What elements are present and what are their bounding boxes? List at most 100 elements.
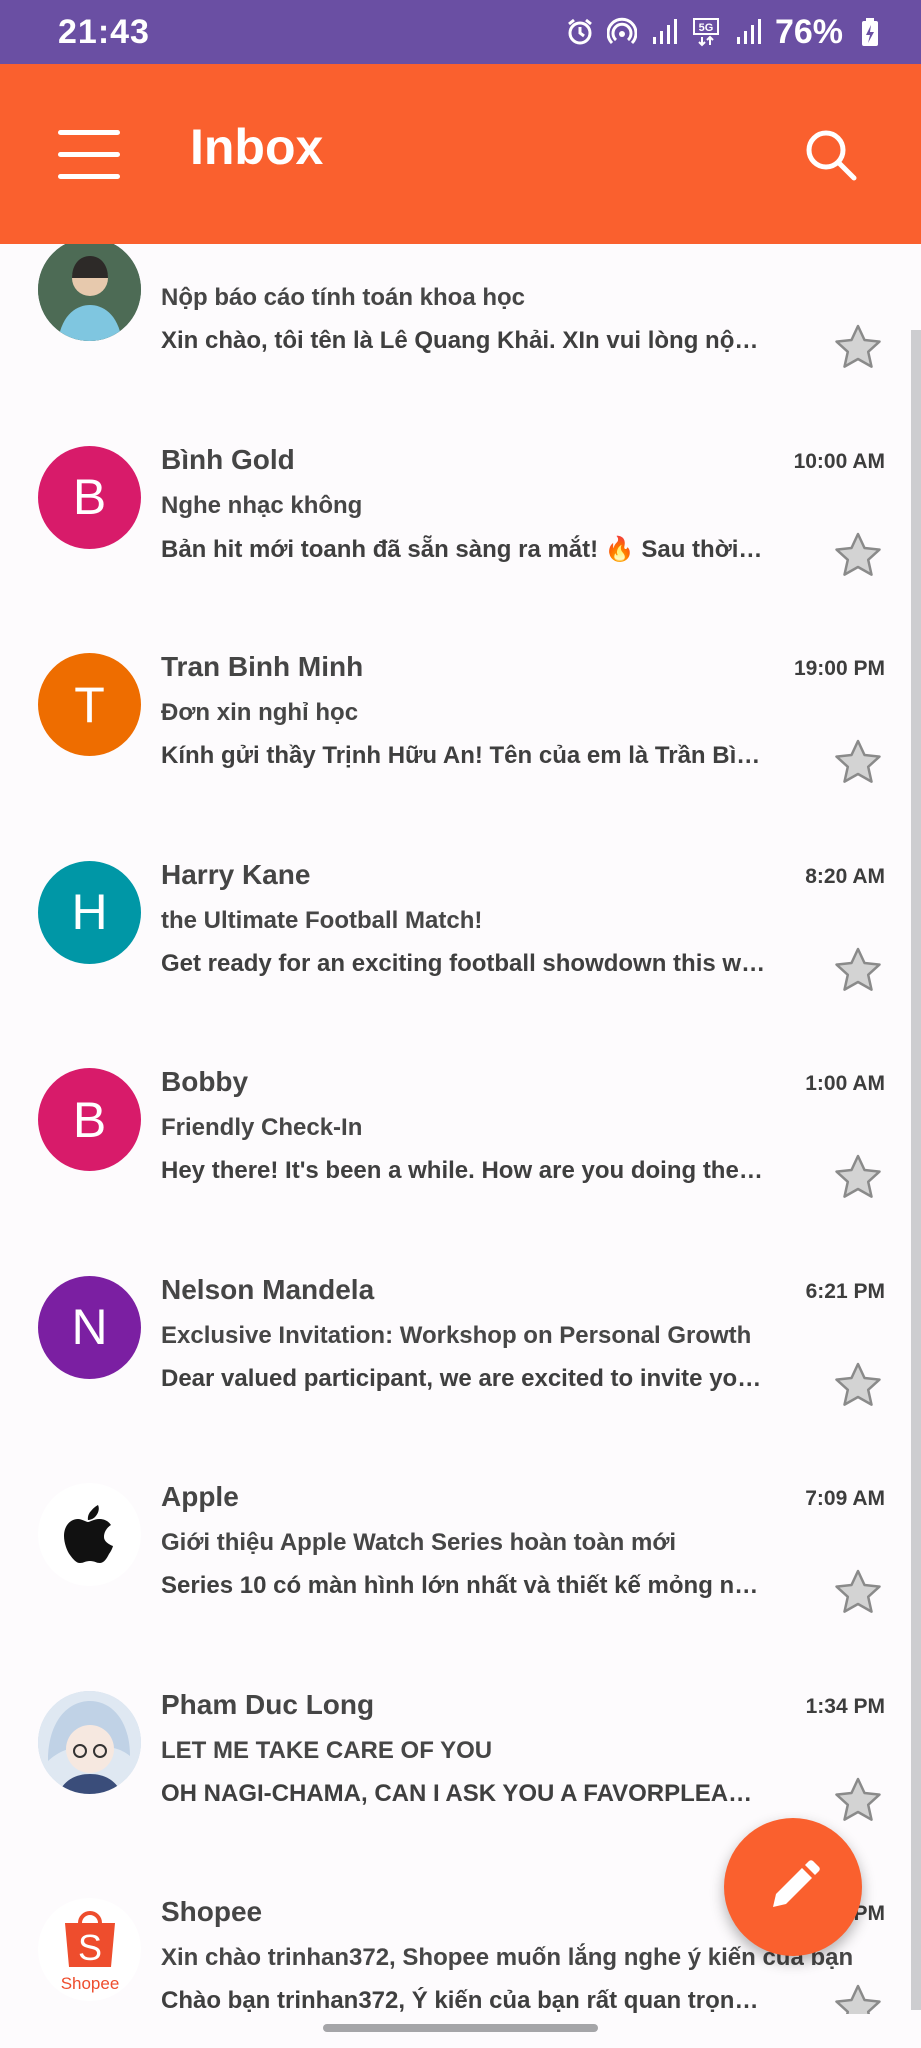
email-row[interactable]: H Harry Kane 8:20 AM the Ultimate Football …: [0, 858, 905, 1068]
hotspot-icon: [606, 17, 637, 47]
star-outline-icon: [835, 947, 881, 991]
email-row[interactable]: T Tran Binh Minh 19:00 PM Đơn xin nghỉ học K…: [0, 651, 905, 860]
avatar: [38, 1690, 141, 1794]
email-row[interactable]: N Nelson Mandela 6:21 PM Exclusive Invitati…: [0, 1273, 905, 1483]
email-subject: Friendly Check-In: [161, 1114, 363, 1141]
avatar: [38, 1483, 141, 1586]
email-time: 1:00 AM: [805, 1072, 885, 1095]
avatar: B: [38, 445, 141, 549]
sender-name: Nelson Mandela: [161, 1273, 375, 1305]
compose-button[interactable]: [724, 1818, 862, 1956]
email-row[interactable]: B Bình Gold 10:00 AM Nghe nhạc không Bản hit…: [0, 443, 905, 653]
email-time: 6:21 PM: [805, 1279, 885, 1303]
sender-name: Apple: [161, 1481, 239, 1512]
email-subject: Giới thiệu Apple Watch Series hoàn toàn …: [161, 1529, 677, 1556]
star-button[interactable]: [832, 945, 884, 997]
menu-button[interactable]: [58, 130, 120, 179]
avatar: T: [38, 653, 141, 756]
sender-name: Pham Duc Long: [161, 1688, 375, 1720]
star-button[interactable]: [832, 1152, 884, 1204]
avatar-photo: [38, 1690, 141, 1794]
avatar-letter: B: [72, 469, 107, 525]
email-preview: Kính gửi thầy Trịnh Hữu An! Tên của em l…: [161, 742, 766, 769]
email-row[interactable]: B Bobby 1:00 AM Friendly Check-In Hey there!…: [0, 1066, 905, 1275]
status-time: 21:43: [58, 12, 150, 51]
pencil-icon: [773, 1860, 820, 1907]
sender-name: Bình Gold: [161, 443, 295, 475]
email-row[interactable]: Apple 7:09 AM Giới thiệu Apple Watch Serie…: [0, 1481, 905, 1690]
menu-icon: [58, 130, 120, 179]
email-subject: the Ultimate Football Match!: [161, 906, 483, 934]
status-bar: 21:43 5G 76%: [0, 0, 921, 64]
avatar-letter: N: [71, 1299, 108, 1355]
star-outline-icon: [835, 324, 881, 368]
signal-icon: [733, 17, 763, 47]
email-time: 7:09 AM: [805, 1487, 885, 1510]
star-outline-icon: [835, 1984, 881, 2014]
avatar-letter: H: [71, 884, 108, 940]
email-subject: Đơn xin nghỉ học: [161, 699, 359, 726]
star-button[interactable]: [832, 1567, 884, 1619]
avatar: S Shopee: [38, 1898, 141, 2001]
network-5g-icon: 5G: [691, 17, 721, 47]
avatar-letter: T: [74, 676, 105, 733]
star-button[interactable]: [832, 322, 884, 374]
email-preview: Xin chào, tôi tên là Lê Quang Khải. XIn …: [161, 327, 766, 354]
avatar: B: [38, 1068, 141, 1171]
app-bar: Inbox: [0, 64, 921, 244]
email-preview: Dear valued participant, we are excited …: [161, 1364, 766, 1392]
status-icons: 5G 76%: [565, 13, 885, 52]
email-preview: OH NAGI-CHAMA, CAN I ASK YOU A FAVORPLEA…: [161, 1779, 766, 1807]
email-preview: Hey there! It's been a while. How are yo…: [161, 1157, 766, 1184]
search-button[interactable]: [800, 124, 862, 186]
sender-name: Shopee: [161, 1896, 263, 1927]
avatar: N: [38, 1275, 141, 1379]
email-subject: Nộp báo cáo tính toán khoa học: [161, 284, 526, 311]
email-time: 8:20 AM: [805, 864, 885, 888]
star-outline-icon: [835, 1362, 881, 1406]
email-preview: Series 10 có màn hình lớn nhất và thiết …: [161, 1572, 766, 1599]
search-icon: [806, 130, 857, 181]
star-outline-icon: [835, 1154, 881, 1198]
email-preview: Get ready for an exciting football showd…: [161, 949, 766, 977]
gesture-navigation-bar[interactable]: [323, 2024, 598, 2032]
email-subject: Nghe nhạc không: [161, 491, 363, 519]
battery-percent: 76%: [774, 12, 843, 51]
star-outline-icon: [835, 532, 881, 576]
star-button[interactable]: [832, 1775, 884, 1827]
email-preview: Bản hit mới toanh đã sẵn sàng ra mắt! 🔥 …: [161, 535, 766, 563]
avatar: H: [38, 860, 141, 964]
star-button[interactable]: [832, 1982, 884, 2014]
email-subject: Xin chào trinhan372, Shopee muốn lắng ng…: [161, 1944, 854, 1971]
sender-name: Tran Binh Minh: [161, 651, 364, 682]
avatar: [38, 244, 141, 341]
email-row[interactable]: Nộp báo cáo tính toán khoa học Xin chào, …: [0, 244, 905, 445]
star-button[interactable]: [832, 737, 884, 789]
apple-logo-icon: [63, 1504, 113, 1563]
star-button[interactable]: [832, 530, 884, 582]
email-time: 1:34 PM: [805, 1694, 885, 1718]
alarm-icon: [565, 17, 595, 47]
star-button[interactable]: [832, 1360, 884, 1412]
scrollbar[interactable]: [911, 330, 921, 2010]
svg-text:5G: 5G: [699, 22, 714, 34]
email-subject: LET ME TAKE CARE OF YOU: [161, 1736, 493, 1764]
email-preview: Chào bạn trinhan372, Ý kiến của bạn rất …: [161, 1987, 766, 2014]
star-outline-icon: [835, 739, 881, 783]
svg-text:S: S: [77, 1927, 101, 1968]
battery-charging-icon: [855, 17, 885, 47]
page-title: Inbox: [190, 119, 324, 175]
svg-text:Shopee: Shopee: [60, 1974, 119, 1993]
sender-name: Harry Kane: [161, 858, 311, 890]
email-subject: Exclusive Invitation: Workshop on Person…: [161, 1321, 752, 1349]
signal-icon: [649, 17, 679, 47]
sender-name: Bobby: [161, 1066, 249, 1097]
email-time: 10:00 AM: [793, 449, 885, 473]
shopee-logo-icon: S Shopee: [60, 1910, 119, 1993]
email-time: 19:00 PM: [793, 657, 885, 680]
star-outline-icon: [835, 1777, 881, 1821]
star-outline-icon: [835, 1569, 881, 1613]
avatar-letter: B: [72, 1091, 107, 1148]
email-list[interactable]: Nộp báo cáo tính toán khoa học Xin chào, …: [0, 244, 921, 2014]
avatar-photo: [38, 244, 141, 341]
